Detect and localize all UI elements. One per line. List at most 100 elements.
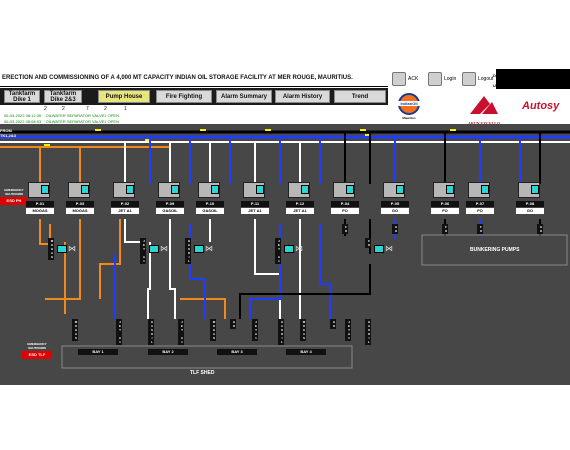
tab-fire-fighting[interactable]: Fire Fighting [156,90,212,103]
pump-id-label: P-12 [286,201,314,207]
pump-icon [333,182,355,198]
loading-arm-label: MOGAS [300,319,306,341]
pump-id-label: P-05 [381,201,409,207]
pump-product-label: MOGAS [26,208,54,214]
time-display: Time : 8:22:5 [542,73,567,78]
loading-arm-label: MOGAS [72,319,78,341]
bunker-line-label: GO [392,224,398,234]
motor-indicator [171,185,179,194]
bay-4[interactable]: BAY 4 [286,349,326,355]
loading-arm-label: JETA1 [345,319,351,341]
valve-line-label: MOGAS [48,238,54,260]
arun-excello-logo: ARUN EXCELLO [464,94,504,126]
pump-p-08[interactable]: P-08 GO [516,182,546,222]
pump-p-09[interactable]: P-09 GASOIL [156,182,186,222]
bay-3[interactable]: BAY 3 [217,349,257,355]
pump-p-03[interactable]: P-03 MOGAS [66,182,96,222]
bell-icon [392,72,406,86]
pump-product-label: GASOIL [196,208,224,214]
pump-product-label: GO [381,208,409,214]
bunker-line-label: GO [537,224,543,234]
tab-label-line2: Dike 1 [13,96,31,103]
logout-button[interactable]: Logout [462,71,493,87]
pump-icon [518,182,540,198]
bay-2[interactable]: BAY 2 [148,349,188,355]
pump-p-07[interactable]: P-07 FO [466,182,496,222]
esd-tlf-button[interactable]: ESD TLF [22,351,52,359]
pump-icon [288,182,310,198]
valve-line-label: FO [365,238,371,248]
pump-product-label: GASOIL [156,208,184,214]
control-valve-icon[interactable] [374,245,384,253]
alarm-banner: 2 2 7 2 1 06-03-2022 08:12:35 OILWATER S… [0,105,388,126]
control-valve-icon[interactable] [194,245,204,253]
emergency-shutdown-ph: EMERGENCY SHUTDOWN ESD PH [0,188,28,205]
esd-ph-button[interactable]: ESD PH [0,197,28,205]
valve-body-icon: ⋈ [160,244,168,253]
pump-product-label: JET A1 [241,208,269,214]
valve-line-label: GASOIL [185,238,191,264]
pump-icon [113,182,135,198]
tab-label-line2: Dike 2&3 [50,96,76,103]
loading-arm-label: JET A1 [178,319,184,345]
tab-label: Alarm History [282,93,323,100]
tab-tankfarm-dike-2-3[interactable]: Tankfarm Dike 2&3 [44,90,82,103]
loading-arm-label: GO [330,319,336,329]
alarm-count-3: 7 [86,106,89,112]
tab-alarm-history[interactable]: Alarm History [275,90,330,103]
from-label: FROM TK1,2&3 [0,128,17,138]
pump-icon [468,182,490,198]
login-button[interactable]: Login [428,71,456,87]
alarm-text: OILWATER SEPARATOR VALVE1 OPEN [45,113,119,118]
bay-1[interactable]: BAY 1 [78,349,118,355]
valve-line-label: JET A1 [140,238,146,264]
logout-icon [462,72,476,86]
motor-indicator [126,185,134,194]
bunker-line-label: FO [442,224,448,234]
motor-indicator [301,185,309,194]
pump-p-05[interactable]: P-05 GO [381,182,411,222]
pump-product-label: FO [431,208,459,214]
valve-body-icon: ⋈ [68,244,76,253]
tab-trend[interactable]: Trend [334,90,386,103]
pump-icon [383,182,405,198]
valve-body-icon: ⋈ [295,244,303,253]
tab-label: Pump House [105,93,143,100]
control-valve-icon[interactable] [149,245,159,253]
pump-product-label: JET A1 [286,208,314,214]
pump-p-04[interactable]: P-04 FO [331,182,361,222]
motor-indicator [446,185,454,194]
loading-arm-label: JETA1 [252,319,258,341]
loading-arm-label: GASOIL [278,319,284,345]
motor-indicator [256,185,264,194]
piping-diagram [0,129,570,369]
pump-id-label: P-08 [516,201,544,207]
pump-product-label: JET A1 [111,208,139,214]
pump-p-12[interactable]: P-12 JET A1 [286,182,316,222]
motor-indicator [396,185,404,194]
pump-p-01[interactable]: P-01 MOGAS [26,182,56,222]
alarm-row[interactable]: 06-03-2022 08:12:35 OILWATER SEPARATOR V… [4,113,119,118]
alarm-count-5: 1 [124,106,127,112]
tab-label: Alarm Summary [220,93,268,100]
pump-house-diagram: FROM TK1,2&3 EMERGENCY SHUTDOWN ESD PH E… [0,124,570,385]
tab-tankfarm-dike-1[interactable]: Tankfarm Dike 1 [4,90,40,103]
pump-p-02[interactable]: P-02 JET A1 [111,182,141,222]
tab-pump-house[interactable]: Pump House [98,90,150,103]
control-valve-icon[interactable] [284,245,294,253]
tab-label: Trend [351,93,369,100]
pump-icon [198,182,220,198]
control-valve-icon[interactable] [57,245,67,253]
pump-p-06[interactable]: P-06 FO [431,182,461,222]
pump-id-label: P-09 [156,201,184,207]
pump-id-label: P-10 [196,201,224,207]
valve-line-label: JET A1 [275,238,281,264]
loading-arm-label: GASOIL [365,319,371,345]
bunkering-pumps-label: BUNKERING PUMPS [470,247,520,253]
alarm-count-1: 2 [44,106,47,112]
pump-p-10[interactable]: P-10 GASOIL [196,182,226,222]
alarm-time: 06-03-2022 08:12:35 [4,113,42,118]
tab-alarm-summary[interactable]: Alarm Summary [216,90,272,103]
ack-button[interactable]: ACK [392,71,418,87]
pump-p-11[interactable]: P-11 JET A1 [241,182,271,222]
